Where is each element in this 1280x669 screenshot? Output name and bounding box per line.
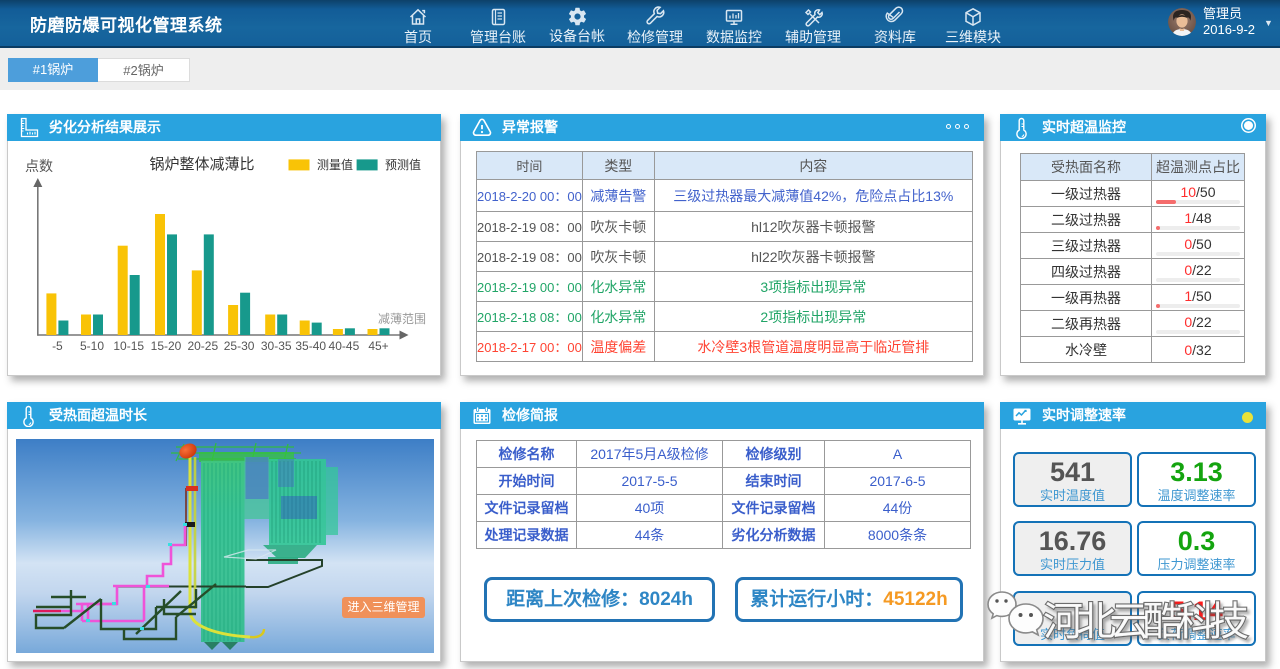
svg-text:35-40: 35-40 [295,339,326,353]
svg-text:30-35: 30-35 [261,339,292,353]
svg-text:45+: 45+ [368,339,388,353]
svg-text:20-25: 20-25 [187,339,218,353]
svg-text:-5: -5 [52,339,63,353]
svg-text:减薄范围: 减薄范围 [378,311,426,326]
svg-text:预测值: 预测值 [385,157,421,172]
svg-text:10-15: 10-15 [113,339,144,353]
svg-text:测量值: 测量值 [317,157,353,172]
svg-text:5-10: 5-10 [80,339,104,353]
svg-text:25-30: 25-30 [224,339,255,353]
svg-text:锅炉整体减薄比: 锅炉整体减薄比 [149,156,254,173]
svg-text:点数: 点数 [25,158,53,174]
svg-text:40-45: 40-45 [329,339,360,353]
svg-text:15-20: 15-20 [151,339,182,353]
